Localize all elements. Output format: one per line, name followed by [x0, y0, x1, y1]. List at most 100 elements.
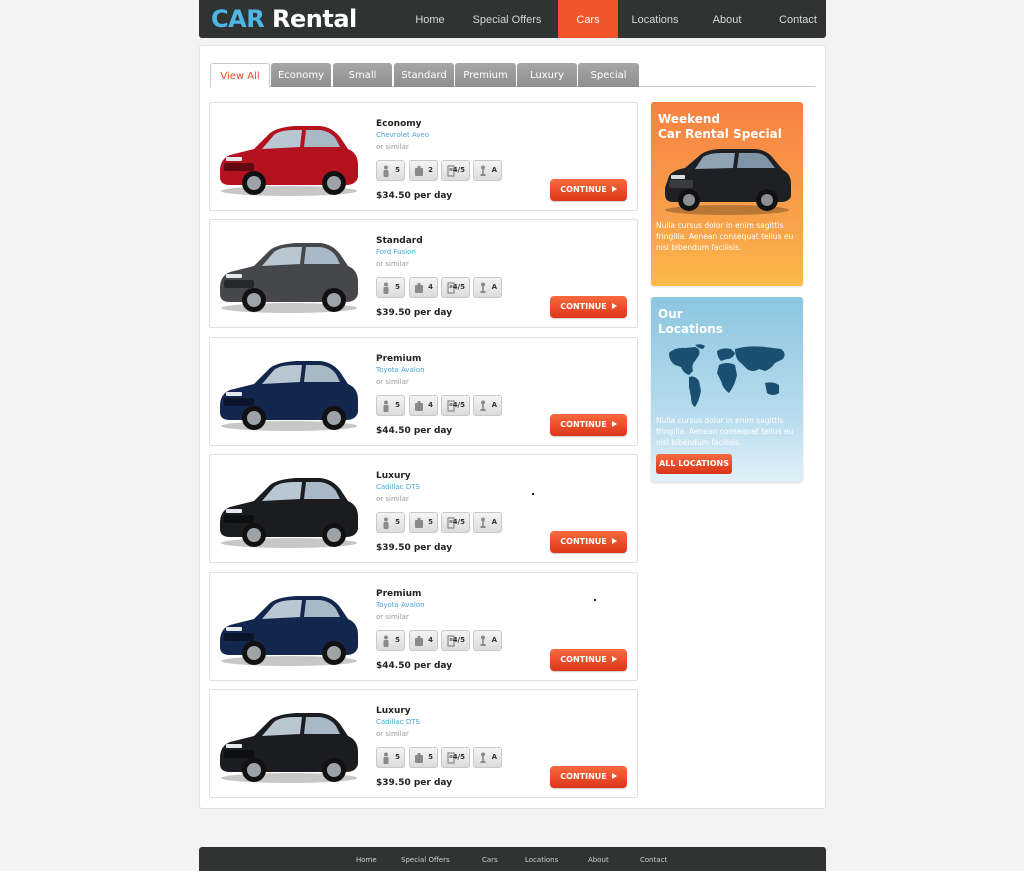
car-model: Cadillac DTS — [376, 718, 420, 726]
promo-title-line1: Weekend — [658, 112, 721, 126]
spec-value: 4/5 — [452, 636, 465, 644]
site-logo[interactable]: CAR Rental — [211, 5, 357, 33]
car-card: Luxury Cadillac DTS or similar 5 5 4/5 A $39.50… — [209, 689, 638, 798]
spec-badge: A — [473, 395, 502, 416]
spec-badge: A — [473, 747, 502, 768]
artifact-dot — [532, 493, 534, 495]
car-similar-note: or similar — [376, 730, 409, 738]
spec-value: A — [491, 636, 497, 644]
continue-label: CONTINUE — [560, 537, 607, 546]
spec-value: A — [491, 518, 497, 526]
tab-economy[interactable]: Economy — [271, 63, 331, 87]
footer-cars[interactable]: Cars — [482, 856, 498, 864]
continue-button[interactable]: CONTINUE — [550, 531, 627, 553]
tab-premium[interactable]: Premium — [455, 63, 516, 87]
spec-badge: 5 — [376, 277, 405, 298]
gearshift-icon — [480, 752, 486, 763]
site-header: Home Special Offers Cars Locations About… — [199, 0, 826, 38]
play-arrow-icon — [611, 656, 617, 662]
play-arrow-icon — [611, 773, 617, 779]
continue-button[interactable]: CONTINUE — [550, 649, 627, 671]
person-icon — [383, 517, 389, 529]
car-class: Premium — [376, 589, 422, 599]
continue-button[interactable]: CONTINUE — [550, 296, 627, 318]
person-icon — [383, 400, 389, 412]
tab-view-all[interactable]: View All — [210, 63, 270, 88]
tab-small[interactable]: Small — [333, 63, 392, 87]
spec-value: A — [491, 166, 497, 174]
spec-value: 4 — [428, 283, 433, 291]
spec-badge: 4/5 — [441, 512, 470, 533]
car-price: $39.50 per day — [376, 543, 453, 553]
spec-badge: 4 — [409, 277, 438, 298]
continue-button[interactable]: CONTINUE — [550, 414, 627, 436]
gearshift-icon — [480, 400, 486, 411]
footer-about[interactable]: About — [588, 856, 609, 864]
spec-value: 2 — [428, 166, 433, 174]
spec-value: 4 — [428, 401, 433, 409]
spec-value: 4 — [428, 636, 433, 644]
luggage-icon — [415, 283, 423, 293]
continue-button[interactable]: CONTINUE — [550, 179, 627, 201]
nav-home[interactable]: Home — [405, 0, 455, 38]
footer-home[interactable]: Home — [356, 856, 377, 864]
gearshift-icon — [480, 165, 486, 176]
car-price: $39.50 per day — [376, 778, 453, 788]
footer-contact[interactable]: Contact — [640, 856, 667, 864]
car-image — [220, 361, 358, 431]
nav-special-offers[interactable]: Special Offers — [467, 0, 547, 38]
car-class: Standard — [376, 236, 423, 246]
car-similar-note: or similar — [376, 378, 409, 386]
spec-badge: 5 — [376, 512, 405, 533]
logo-part1: CAR — [211, 5, 265, 33]
luggage-icon — [415, 518, 423, 528]
all-locations-button[interactable]: ALL LOCATIONS — [656, 454, 732, 474]
footer-special-offers[interactable]: Special Offers — [401, 856, 450, 864]
promo-text: Nulla cursus dolor in enim sagittis frin… — [656, 221, 794, 252]
spec-value: 5 — [395, 753, 400, 761]
nav-cars[interactable]: Cars — [558, 0, 618, 38]
continue-button[interactable]: CONTINUE — [550, 766, 627, 788]
continue-label: CONTINUE — [560, 185, 607, 194]
footer-locations[interactable]: Locations — [525, 856, 558, 864]
weekend-special-box[interactable]: Weekend Car Rental Special Nulla cursus … — [651, 102, 803, 286]
car-price: $39.50 per day — [376, 308, 453, 318]
spec-badge: A — [473, 160, 502, 181]
spec-value: 4/5 — [452, 401, 465, 409]
locations-title-line1: Our — [658, 307, 683, 321]
tab-special[interactable]: Special — [578, 63, 639, 87]
luggage-icon — [415, 166, 423, 176]
gearshift-icon — [480, 282, 486, 293]
car-model: Toyota Avalon — [376, 601, 425, 609]
spec-value: A — [491, 753, 497, 761]
spec-badge: 5 — [409, 512, 438, 533]
continue-label: CONTINUE — [560, 772, 607, 781]
continue-label: CONTINUE — [560, 302, 607, 311]
site-footer: Home Special Offers Cars Locations About… — [199, 847, 826, 871]
car-similar-note: or similar — [376, 260, 409, 268]
spec-badge: 5 — [376, 747, 405, 768]
nav-locations[interactable]: Locations — [626, 0, 684, 38]
spec-value: 4/5 — [452, 753, 465, 761]
tab-luxury[interactable]: Luxury — [517, 63, 577, 87]
spec-badge: 5 — [376, 160, 405, 181]
spec-badge: 5 — [409, 747, 438, 768]
nav-contact[interactable]: Contact — [773, 0, 823, 38]
car-model: Chevrolet Aveo — [376, 131, 430, 139]
spec-badge: 4/5 — [441, 747, 470, 768]
car-price: $34.50 per day — [376, 191, 453, 201]
spec-badge: A — [473, 512, 502, 533]
car-image — [220, 713, 358, 783]
luggage-icon — [415, 753, 423, 763]
tab-standard[interactable]: Standard — [394, 63, 454, 87]
artifact-dot — [594, 599, 596, 601]
play-arrow-icon — [611, 303, 617, 309]
play-arrow-icon — [611, 186, 617, 192]
spec-value: 4/5 — [452, 166, 465, 174]
spec-value: 5 — [428, 753, 433, 761]
car-card: Standard Ford Fusion or similar 5 4 4/5 A $39.5… — [209, 219, 638, 328]
car-card: Premium Toyota Avalon or similar 5 4 4/5 A $44.… — [209, 337, 638, 446]
nav-about[interactable]: About — [705, 0, 749, 38]
spec-badge: 4/5 — [441, 630, 470, 651]
logo-part2: Rental — [272, 5, 357, 33]
